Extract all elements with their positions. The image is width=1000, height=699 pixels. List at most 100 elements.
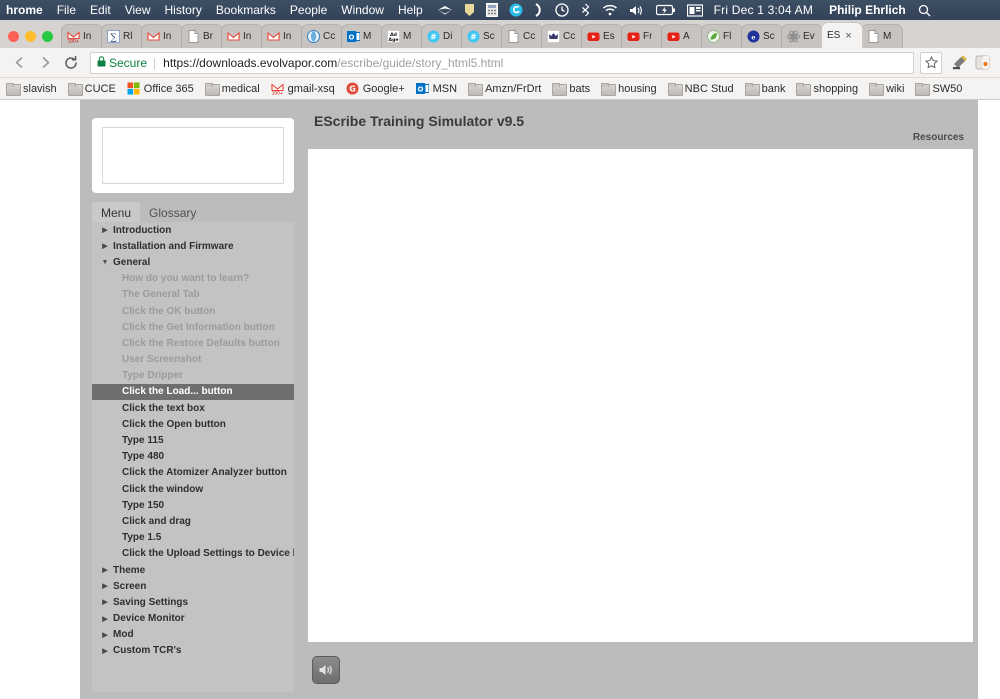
bookmark-item[interactable]: wiki: [869, 83, 904, 95]
bookmark-item[interactable]: bats: [552, 83, 590, 95]
menubar-item-history[interactable]: History: [165, 3, 202, 17]
battery-icon[interactable]: [656, 2, 676, 18]
browser-tab[interactable]: Fl: [701, 24, 743, 48]
bookmark-item[interactable]: Amzn/FrDrt: [468, 83, 541, 95]
browser-tab[interactable]: Cc: [541, 24, 583, 48]
browser-tab[interactable]: In: [221, 24, 263, 48]
browser-tab[interactable]: AdAgeM: [381, 24, 423, 48]
forward-arrow-icon[interactable]: [34, 52, 56, 74]
menubar-item-file[interactable]: File: [57, 3, 76, 17]
close-window-button[interactable]: [8, 31, 19, 42]
menu-item[interactable]: How do you want to learn?: [92, 271, 294, 287]
bluetooth-icon[interactable]: [580, 2, 591, 18]
menu-item[interactable]: Installation and Firmware: [92, 238, 294, 254]
bookmark-item[interactable]: medical: [205, 83, 260, 95]
browser-tab[interactable]: Br: [181, 24, 223, 48]
browser-tab[interactable]: Es: [581, 24, 623, 48]
browser-tab[interactable]: Cc: [301, 24, 343, 48]
menu-item[interactable]: General: [92, 254, 294, 270]
close-tab-icon[interactable]: ×: [845, 30, 851, 42]
browser-tab[interactable]: eSc: [741, 24, 783, 48]
bookmark-item[interactable]: 100+gmail-xsq: [271, 82, 335, 95]
menu-item[interactable]: Type 1.5: [92, 530, 294, 546]
bookmark-item[interactable]: shopping: [796, 83, 858, 95]
menu-item[interactable]: User Screenshot: [92, 352, 294, 368]
chevron-down-icon[interactable]: [100, 259, 110, 266]
browser-tab[interactable]: Ev: [781, 24, 823, 48]
back-arrow-icon[interactable]: [8, 52, 30, 74]
menubar-item-bookmarks[interactable]: Bookmarks: [216, 3, 276, 17]
bookmark-item[interactable]: SW50: [915, 83, 962, 95]
chevron-right-icon[interactable]: [100, 582, 110, 590]
menu-item[interactable]: Click the Upload Settings to Device butt…: [92, 546, 294, 562]
menubar-item-edit[interactable]: Edit: [90, 3, 111, 17]
dropbox-icon[interactable]: [437, 2, 453, 18]
menu-item[interactable]: Screen: [92, 578, 294, 594]
zoom-window-button[interactable]: [42, 31, 53, 42]
browser-tab[interactable]: Fr: [621, 24, 663, 48]
speaker-icon[interactable]: [312, 656, 340, 684]
tab-menu[interactable]: Menu: [92, 202, 140, 224]
search-icon[interactable]: [918, 2, 931, 18]
menubar-clock[interactable]: Fri Dec 1 3:04 AM: [714, 3, 813, 17]
bookmark-item[interactable]: slavish: [6, 83, 57, 95]
menu-item[interactable]: Saving Settings: [92, 594, 294, 610]
menu-item[interactable]: Introduction: [92, 222, 294, 238]
menu-item[interactable]: Click the Get Information button: [92, 319, 294, 335]
bookmark-item[interactable]: bank: [745, 83, 786, 95]
menu-item-current[interactable]: Click the Load... button: [92, 384, 294, 400]
menu-item[interactable]: Type Dripper: [92, 368, 294, 384]
menu-item[interactable]: Click the text box: [92, 400, 294, 416]
bookmark-item[interactable]: CUCE: [68, 83, 116, 95]
shield-icon[interactable]: [464, 2, 475, 18]
menu-item[interactable]: Click the Open button: [92, 416, 294, 432]
bookmark-item[interactable]: OMSN: [416, 82, 457, 95]
menubar-app-name[interactable]: hrome: [6, 3, 43, 17]
menu-item[interactable]: Theme: [92, 562, 294, 578]
address-bar[interactable]: Secure | https://downloads.evolvapor.com…: [90, 52, 914, 74]
ext-pocket-icon[interactable]: [972, 53, 992, 73]
bookmark-item[interactable]: Office 365: [127, 82, 194, 95]
menu-item[interactable]: Click the window: [92, 481, 294, 497]
browser-tab[interactable]: In: [261, 24, 303, 48]
menu-item[interactable]: Click and drag: [92, 513, 294, 529]
menubar-item-view[interactable]: View: [125, 3, 151, 17]
menubar-item-window[interactable]: Window: [341, 3, 384, 17]
browser-tab[interactable]: #Sc: [461, 24, 503, 48]
browser-tab[interactable]: ∑Rl: [101, 24, 143, 48]
minimize-window-button[interactable]: [25, 31, 36, 42]
menu-item[interactable]: Custom TCR's: [92, 643, 294, 659]
bookmark-item[interactable]: GGoogle+: [346, 82, 405, 95]
browser-tab[interactable]: M: [861, 24, 903, 48]
time-machine-icon[interactable]: [555, 2, 569, 18]
menu-item[interactable]: Type 115: [92, 432, 294, 448]
browser-tab[interactable]: A: [661, 24, 703, 48]
wifi-icon[interactable]: [602, 2, 618, 18]
chevron-right-icon[interactable]: [100, 566, 110, 574]
display-icon[interactable]: [687, 2, 703, 18]
menu-item[interactable]: Mod: [92, 627, 294, 643]
course-slide-stage[interactable]: [308, 149, 973, 642]
browser-tab[interactable]: In: [141, 24, 183, 48]
tab-glossary[interactable]: Glossary: [140, 202, 205, 224]
chevron-right-icon[interactable]: [100, 647, 110, 655]
chevron-right-icon[interactable]: [100, 615, 110, 623]
menu-item[interactable]: The General Tab: [92, 287, 294, 303]
resources-link[interactable]: Resources: [913, 132, 964, 143]
browser-tab[interactable]: #Di: [421, 24, 463, 48]
browser-tab[interactable]: OM: [341, 24, 383, 48]
menu-item[interactable]: Type 150: [92, 497, 294, 513]
menu-item[interactable]: Type 480: [92, 449, 294, 465]
reload-icon[interactable]: [60, 52, 82, 74]
menubar-username[interactable]: Philip Ehrlich: [829, 3, 906, 17]
menubar-item-people[interactable]: People: [290, 3, 327, 17]
moon-icon[interactable]: [534, 2, 544, 18]
chevron-right-icon[interactable]: [100, 226, 110, 234]
ext-adblock-icon[interactable]: [950, 53, 970, 73]
menubar-item-help[interactable]: Help: [398, 3, 423, 17]
chevron-right-icon[interactable]: [100, 242, 110, 250]
volume-icon[interactable]: [629, 2, 645, 18]
menu-item[interactable]: Click the Atomizer Analyzer button: [92, 465, 294, 481]
chevron-right-icon[interactable]: [100, 598, 110, 606]
chevron-right-icon[interactable]: [100, 631, 110, 639]
